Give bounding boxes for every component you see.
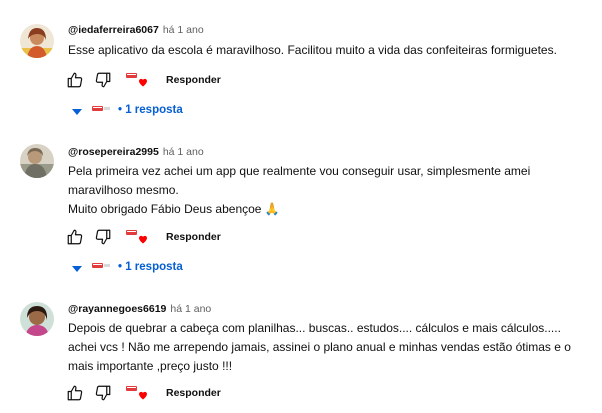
avatar-image <box>20 144 54 178</box>
thumb-down-icon[interactable] <box>94 228 112 251</box>
thumb-up-icon[interactable] <box>66 71 84 94</box>
creator-heart-icon <box>126 71 147 89</box>
comment-line: achei vcs ! Não me arrependo jamais, ass… <box>68 340 571 354</box>
comment-text: Depois de quebrar a cabeça com planilhas… <box>68 319 588 376</box>
caret-down-icon <box>72 107 82 119</box>
reply-button[interactable]: Responder <box>166 387 221 399</box>
comment-text: Esse aplicativo da escola é maravilhoso.… <box>68 41 588 60</box>
thumb-up-icon[interactable] <box>66 228 84 251</box>
thumb-up-icon[interactable] <box>66 384 84 407</box>
thumb-down-icon[interactable] <box>94 71 112 94</box>
creator-heart-icon <box>126 228 147 246</box>
avatar-image <box>20 24 54 58</box>
timestamp[interactable]: há 1 ano <box>163 24 204 36</box>
comment-line: maravilhoso mesmo. <box>68 183 179 197</box>
comment-line: Esse aplicativo da escola é maravilhoso.… <box>68 43 557 57</box>
caret-down-icon <box>72 264 82 276</box>
author-name[interactable]: @rosepereira2995 <box>68 146 159 158</box>
reply-button[interactable]: Responder <box>166 231 221 243</box>
creator-heart-icon <box>126 384 147 402</box>
comment-header: @rosepereira2995 há 1 ano <box>68 146 204 158</box>
comment-text: Pela primeira vez achei um app que realm… <box>68 162 588 219</box>
creator-heart-icon <box>92 262 114 277</box>
replies-count[interactable]: • 1 resposta <box>118 261 183 273</box>
thumb-down-icon[interactable] <box>94 384 112 407</box>
comment-line: Muito obrigado Fábio Deus abençoe 🙏 <box>68 202 280 216</box>
timestamp[interactable]: há 1 ano <box>170 303 211 315</box>
comment-actions: Responder <box>66 71 221 94</box>
comment-line: Pela primeira vez achei um app que realm… <box>68 164 531 178</box>
replies-count[interactable]: • 1 resposta <box>118 104 183 116</box>
comment-line: Depois de quebrar a cabeça com planilhas… <box>68 321 561 335</box>
avatar-image <box>20 302 54 336</box>
comment-header: @iedaferreira6067 há 1 ano <box>68 24 204 36</box>
avatar[interactable] <box>20 144 54 178</box>
avatar[interactable] <box>20 24 54 58</box>
author-name[interactable]: @rayannegoes6619 <box>68 303 166 315</box>
creator-heart-icon <box>92 105 114 120</box>
comment-actions: Responder <box>66 384 221 407</box>
avatar[interactable] <box>20 302 54 336</box>
reply-button[interactable]: Responder <box>166 74 221 86</box>
comment-header: @rayannegoes6619 há 1 ano <box>68 303 211 315</box>
timestamp[interactable]: há 1 ano <box>163 146 204 158</box>
comment-line: mais importante ,preço justo !!! <box>68 359 233 373</box>
author-name[interactable]: @iedaferreira6067 <box>68 24 159 36</box>
comment-actions: Responder <box>66 228 221 251</box>
